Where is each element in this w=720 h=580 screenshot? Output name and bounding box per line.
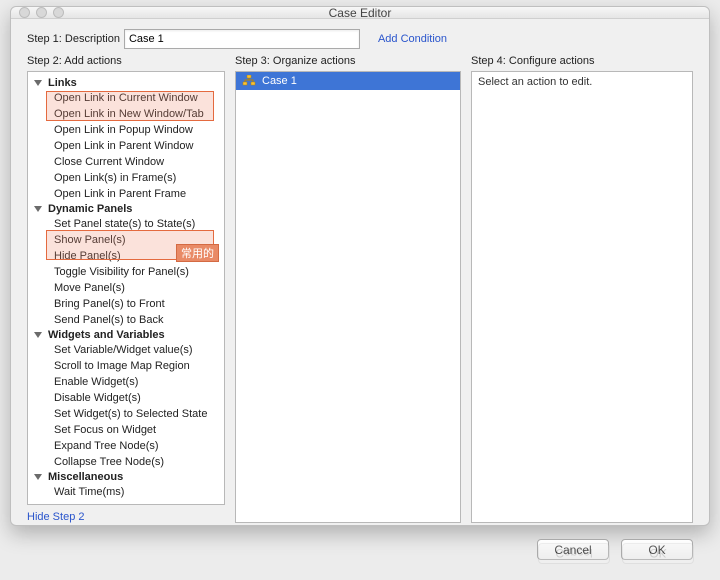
action-item[interactable]: Open Link in New Window/Tab — [28, 106, 224, 122]
organize-panel: Case 1 — [235, 71, 461, 523]
action-item[interactable]: Bring Panel(s) to Front — [28, 296, 224, 312]
step4-column: Step 4: Configure actions Select an acti… — [471, 55, 693, 523]
action-item[interactable]: Send Panel(s) to Back — [28, 312, 224, 328]
action-item[interactable]: Set Variable/Widget value(s) — [28, 342, 224, 358]
group-widgets-variables: Widgets and Variables Set Variable/Widge… — [28, 328, 224, 470]
case-icon — [242, 75, 256, 87]
step1-row: Step 1: Description Add Condition — [27, 29, 693, 49]
chevron-down-icon — [34, 80, 42, 86]
group-header-widgets-variables[interactable]: Widgets and Variables — [28, 328, 224, 342]
hide-step2-reflection: Hide Step 2 — [10, 526, 710, 529]
action-item[interactable]: Open Link(s) in Frame(s) — [28, 170, 224, 186]
action-item[interactable]: Open Link in Parent Window — [28, 138, 224, 154]
annotation-badge: 常用的 — [176, 244, 219, 262]
group-label: Miscellaneous — [48, 471, 123, 483]
cancel-button-reflection: Cancel — [538, 543, 610, 564]
reflection-decoration: Cancel OK Hide Step 2 — [10, 526, 710, 578]
group-miscellaneous: Miscellaneous Wait Time(ms) — [28, 470, 224, 500]
chevron-down-icon — [34, 332, 42, 338]
group-label: Dynamic Panels — [48, 203, 132, 215]
step3-label: Step 3: Organize actions — [235, 55, 461, 67]
chevron-down-icon — [34, 206, 42, 212]
titlebar: Case Editor — [11, 7, 709, 19]
action-item[interactable]: Enable Widget(s) — [28, 374, 224, 390]
step2-label: Step 2: Add actions — [27, 55, 225, 67]
configure-instruction: Select an action to edit. — [478, 76, 686, 88]
description-input[interactable] — [124, 29, 360, 49]
actions-tree-panel: Links Open Link in Current Window Open L… — [27, 71, 225, 505]
action-item[interactable]: Set Focus on Widget — [28, 422, 224, 438]
case-label: Case 1 — [262, 75, 297, 87]
action-item[interactable]: Set Panel state(s) to State(s) — [28, 216, 224, 232]
actions-tree: Links Open Link in Current Window Open L… — [28, 76, 224, 500]
chevron-down-icon — [34, 474, 42, 480]
group-label: Links — [48, 77, 77, 89]
action-item[interactable]: Expand Tree Node(s) — [28, 438, 224, 454]
case-row[interactable]: Case 1 — [236, 72, 460, 90]
action-item[interactable]: Set Widget(s) to Selected State — [28, 406, 224, 422]
group-links: Links Open Link in Current Window Open L… — [28, 76, 224, 202]
action-item[interactable]: Disable Widget(s) — [28, 390, 224, 406]
action-item[interactable]: Open Link in Current Window — [28, 90, 224, 106]
group-header-miscellaneous[interactable]: Miscellaneous — [28, 470, 224, 484]
action-item[interactable]: Close Current Window — [28, 154, 224, 170]
step3-column: Step 3: Organize actions Case 1 — [235, 55, 461, 523]
group-header-dynamic-panels[interactable]: Dynamic Panels — [28, 202, 224, 216]
step1-label: Step 1: Description — [27, 33, 120, 45]
action-item[interactable]: Open Link in Parent Frame — [28, 186, 224, 202]
group-dynamic-panels: Dynamic Panels Set Panel state(s) to Sta… — [28, 202, 224, 328]
action-item[interactable]: Toggle Visibility for Panel(s) — [28, 264, 224, 280]
action-item[interactable]: Wait Time(ms) — [28, 484, 224, 500]
action-item[interactable]: Collapse Tree Node(s) — [28, 454, 224, 470]
ok-button-reflection: OK — [622, 543, 694, 564]
step2-column: Step 2: Add actions Links Open Link in C… — [27, 55, 225, 523]
case-editor-window: Case Editor Step 1: Description Add Cond… — [10, 6, 710, 526]
action-item[interactable]: Move Panel(s) — [28, 280, 224, 296]
action-item[interactable]: Scroll to Image Map Region — [28, 358, 224, 374]
columns: Step 2: Add actions Links Open Link in C… — [27, 55, 693, 523]
window-title: Case Editor — [11, 6, 709, 20]
group-label: Widgets and Variables — [48, 329, 165, 341]
group-header-links[interactable]: Links — [28, 76, 224, 90]
configure-panel: Select an action to edit. — [471, 71, 693, 523]
add-condition-link[interactable]: Add Condition — [378, 33, 447, 45]
step4-label: Step 4: Configure actions — [471, 55, 693, 67]
action-item[interactable]: Open Link in Popup Window — [28, 122, 224, 138]
content-area: Step 1: Description Add Condition Step 2… — [11, 19, 709, 533]
hide-step2-link[interactable]: Hide Step 2 — [27, 511, 225, 523]
